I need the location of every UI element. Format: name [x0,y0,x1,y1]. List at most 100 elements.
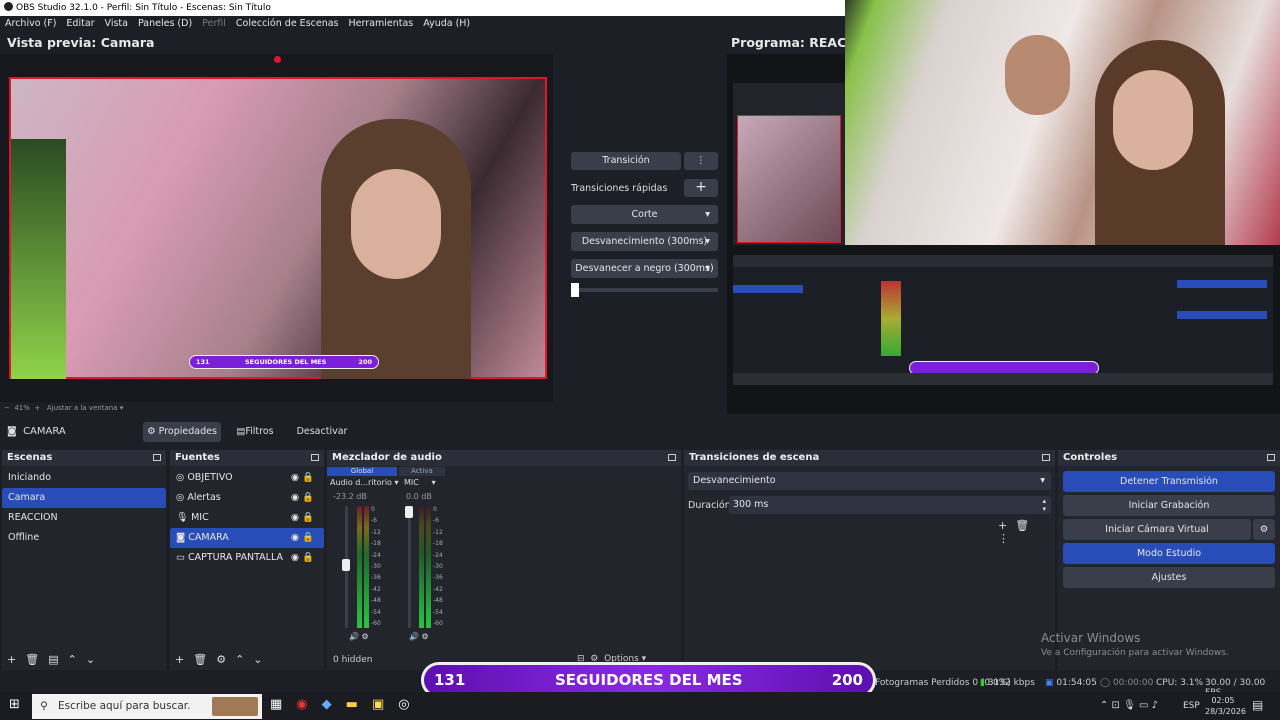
scene-item[interactable]: Iniciando [2,468,166,488]
source-item[interactable]: ◎ Alertas ◉ 🔒 [170,488,324,508]
transition-type-select[interactable]: Desvanecimiento ▾ [688,472,1051,490]
scene-item[interactable]: Offline [2,528,166,548]
tray-language[interactable]: ESP [1183,701,1200,711]
virtual-camera-gear-icon[interactable]: ⚙ [1253,519,1275,540]
undock-icon[interactable] [311,454,319,461]
obs-icon[interactable]: ◎ [398,697,423,712]
trash-icon[interactable]: 🗑 [25,653,48,666]
folder-icon[interactable]: ▬ [346,697,372,712]
stop-streaming-button[interactable]: Detener Transmisión [1063,471,1275,492]
add-icon[interactable]: + [998,519,1015,532]
add-icon[interactable]: + [7,653,25,666]
deactivate-button[interactable]: Desactivar [292,422,352,442]
more-icon[interactable]: ⋮ [998,532,1017,545]
store-icon[interactable]: ▣ [372,697,398,712]
quick-transition-label: Corte [631,209,658,220]
eye-lock-icons[interactable]: ◉ 🔒 [291,508,314,528]
menu-ayuda[interactable]: Ayuda (H) [418,16,475,32]
sources-title: Fuentes [175,452,220,463]
menu-coleccion[interactable]: Colección de Escenas [231,16,344,32]
mixer-tab-global[interactable]: Global [327,467,397,476]
mic-fader-handle[interactable] [405,506,413,518]
desktop-fader-handle[interactable] [342,558,350,571]
start-recording-button[interactable]: Iniciar Grabación [1063,495,1275,516]
start-virtual-camera-button[interactable]: Iniciar Cámara Virtual [1063,519,1251,540]
add-icon[interactable]: + [175,653,193,666]
db-tick: -18 [371,540,381,548]
tray-icons[interactable]: ⌃ ⊡ 🎙 ▭ ♪ [1100,700,1158,711]
taskbar-apps: ▦◉◆▬▣◎ [270,697,424,712]
menu-herramientas[interactable]: Herramientas [344,16,419,32]
menu-editar[interactable]: Editar [61,16,99,32]
banner-text: SEGUIDORES DEL MES [555,671,743,689]
undock-icon[interactable] [1042,454,1050,461]
preview-camera-feed[interactable]: 131 SEGUIDORES DEL MES 200 [9,77,547,379]
undock-icon[interactable] [153,454,161,461]
transition-menu-icon[interactable]: ⋮ [684,152,718,170]
nested-control-2 [1177,311,1267,319]
db-tick: -24 [371,551,381,559]
properties-label: Propiedades [158,426,217,437]
copilot-icon[interactable]: ◆ [322,697,346,712]
eye-lock-icons[interactable]: ◉ 🔒 [291,488,314,508]
quick-transition-corte[interactable]: Corte ▾ [571,205,718,224]
scene-item[interactable]: REACCION [2,508,166,528]
activate-windows-title: Activar Windows [1041,631,1141,645]
windows-start-icon[interactable]: ⊞ [9,698,23,712]
gear-icon[interactable]: ⚙ [216,653,235,666]
stepper-icon[interactable]: ▴ ▾ [1042,497,1046,513]
menu-paneles[interactable]: Paneles (D) [133,16,197,32]
tray-clock[interactable]: 02:05 28/3/2026 [1205,695,1246,717]
duration-value: 300 ms [733,499,769,510]
preview-zoom-bar[interactable]: − 41% + Ajustar a la ventana ▾ [4,404,123,412]
eye-lock-icons[interactable]: ◉ 🔒 [291,468,314,488]
notification-icon[interactable]: ▤ [1252,698,1263,712]
add-quick-transition-icon[interactable]: + [684,179,718,197]
banner-left-value: 131 [434,671,466,689]
quick-transition-fade-black[interactable]: Desvanecer a negro (300ms) ▾ [571,259,718,278]
tbar-track[interactable] [571,288,718,292]
trash-icon[interactable]: 🗑 [1015,519,1037,532]
chrome-icon[interactable]: ◉ [296,697,321,712]
eye-lock-icons[interactable]: ◉ 🔒 [291,548,314,568]
channel-desktop-name[interactable]: Audio d...ritorio ▾ [330,478,399,487]
chevron-down-icon[interactable]: ⌄ [253,653,271,666]
chevron-up-icon[interactable]: ⌃ [68,653,86,666]
undock-icon[interactable] [668,454,676,461]
filters-button[interactable]: ▤Filtros [232,422,278,442]
channel-mic-name[interactable]: MIC ▾ [404,478,436,487]
taskbar-search-input[interactable]: ⚲ Escribe aquí para buscar. [32,694,262,719]
scene-item-selected[interactable]: Camara [2,488,166,508]
duration-input[interactable]: 300 ms ▴ ▾ [729,496,1051,514]
filters-label: Filtros [245,426,274,437]
menu-archivo[interactable]: Archivo (F) [0,16,61,32]
gear-icon: ⚙ [147,426,156,437]
menu-perfil[interactable]: Perfil [197,16,231,32]
desktop-speaker-icon[interactable]: 🔊 ⚙ [349,632,369,641]
mic-fader-track[interactable] [408,506,411,628]
db-tick: -48 [371,597,381,605]
source-item-selected[interactable]: ◙ CAMARA ◉ 🔒 [170,528,324,548]
tbar-handle[interactable] [571,283,579,297]
chevron-down-icon[interactable]: ⌄ [86,653,104,666]
source-item[interactable]: ◎ OBJETIVO ◉ 🔒 [170,468,324,488]
filter-icon[interactable]: ▤ [48,653,67,666]
mixer-tab-active[interactable]: Activa [399,467,445,476]
status-cpu: CPU: 3.1% [1156,678,1204,688]
transition-button[interactable]: Transición [571,152,681,170]
studio-mode-button[interactable]: Modo Estudio [1063,543,1275,564]
menu-vista[interactable]: Vista [100,16,133,32]
task-view-icon[interactable]: ▦ [270,697,296,712]
settings-button[interactable]: Ajustes [1063,567,1275,588]
quick-transition-fade[interactable]: Desvanecimiento (300ms) ▾ [571,232,718,251]
eye-lock-icons[interactable]: ◉ 🔒 [291,528,314,548]
trash-icon[interactable]: 🗑 [193,653,216,666]
chevron-up-icon[interactable]: ⌃ [235,653,253,666]
source-item[interactable]: 🎙 MIC ◉ 🔒 [170,508,324,528]
zoom-value: 41% [14,404,30,412]
rotate-handle[interactable] [274,56,281,63]
undock-icon[interactable] [1267,454,1275,461]
mic-speaker-icon[interactable]: 🔊 ⚙ [409,632,429,641]
source-item[interactable]: ▭ CAPTURA PANTALLA ◉ 🔒 [170,548,324,568]
properties-button[interactable]: ⚙ Propiedades [143,422,221,442]
